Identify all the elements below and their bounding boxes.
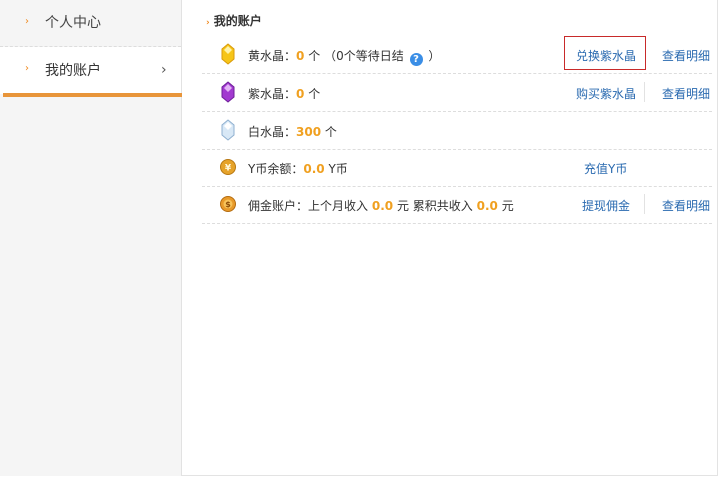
row-mid-text: 元 累积共收入 (396, 199, 473, 213)
y-coin-icon: ¥ (220, 159, 236, 175)
sidebar-item-label: 我的账户 (45, 63, 101, 79)
row-value: 0.0 (303, 162, 325, 176)
page-title: › 我的账户 (206, 12, 262, 29)
row-label: 白水晶： (248, 125, 297, 139)
divider (644, 194, 645, 214)
row-value: 300 (296, 125, 322, 139)
svg-text:¥: ¥ (225, 164, 232, 174)
svg-text:$: $ (225, 200, 231, 209)
row-unit: 个 (308, 49, 321, 63)
row-unit: 个 (324, 125, 337, 139)
commission-coin-icon: $ (220, 196, 236, 212)
page-title-text: 我的账户 (213, 14, 262, 28)
row-label: Y币余额： (248, 162, 304, 176)
sidebar-item-personal-center[interactable]: › 个人中心 (0, 0, 181, 47)
total-income-value: 0.0 (476, 199, 498, 213)
row-label: 佣金账户：上个月收入 (248, 199, 369, 213)
purple-crystal-icon (221, 81, 235, 103)
note-open: （ (324, 49, 337, 63)
yellow-crystal-icon (221, 43, 235, 65)
bullet-arrow-icon: › (25, 63, 29, 74)
row-unit: 个 (308, 87, 321, 101)
sidebar-item-label: 个人中心 (45, 15, 101, 31)
row-value: 0 (296, 87, 305, 101)
last-month-income-value: 0.0 (371, 199, 394, 213)
row-unit: Y币 (328, 162, 348, 176)
bullet-arrow-icon: › (206, 18, 210, 28)
divider (644, 82, 645, 102)
highlight-box (564, 36, 646, 70)
sidebar-item-my-account[interactable]: › 我的账户 › (0, 47, 181, 94)
account-row-y-coin: ¥ Y币余额：0.0 Y币 充值Y币 (202, 149, 712, 187)
row-label: 黄水晶： (248, 49, 297, 63)
view-details-link[interactable]: 查看明细 (662, 197, 710, 214)
commission-text: 佣金账户：上个月收入 0.0 元 累积共收入 0.0 元 (248, 197, 514, 214)
y-coin-text: Y币余额：0.0 Y币 (248, 160, 348, 177)
withdraw-commission-link[interactable]: 提现佣金 (582, 197, 630, 214)
yellow-crystal-text: 黄水晶：0 个 （0个等待日结 ? ） (248, 47, 440, 66)
help-icon[interactable]: ? (409, 53, 423, 66)
sidebar: › 个人中心 › 我的账户 › (0, 0, 182, 476)
note-close: ） (428, 49, 441, 63)
chevron-right-icon: › (161, 62, 167, 78)
account-row-purple-crystal: 紫水晶：0 个 购买紫水晶 查看明细 (202, 74, 712, 112)
row-label: 紫水晶： (248, 87, 297, 101)
view-details-link[interactable]: 查看明细 (662, 47, 710, 64)
pending-note: 0个等待日结 (336, 49, 404, 63)
bullet-arrow-icon: › (25, 16, 29, 27)
purple-crystal-text: 紫水晶：0 个 (248, 85, 320, 102)
account-row-white-crystal: 白水晶：300 个 (202, 112, 712, 150)
buy-purple-crystal-link[interactable]: 购买紫水晶 (576, 85, 636, 102)
active-indicator-bar (3, 93, 182, 97)
recharge-y-coin-link[interactable]: 充值Y币 (584, 160, 627, 177)
row-unit: 元 (501, 199, 514, 213)
white-crystal-icon (221, 119, 235, 141)
account-row-commission: $ 佣金账户：上个月收入 0.0 元 累积共收入 0.0 元 提现佣金 查看明细 (202, 186, 712, 224)
row-value: 0 (296, 49, 305, 63)
view-details-link[interactable]: 查看明细 (662, 85, 710, 102)
white-crystal-text: 白水晶：300 个 (248, 123, 337, 140)
